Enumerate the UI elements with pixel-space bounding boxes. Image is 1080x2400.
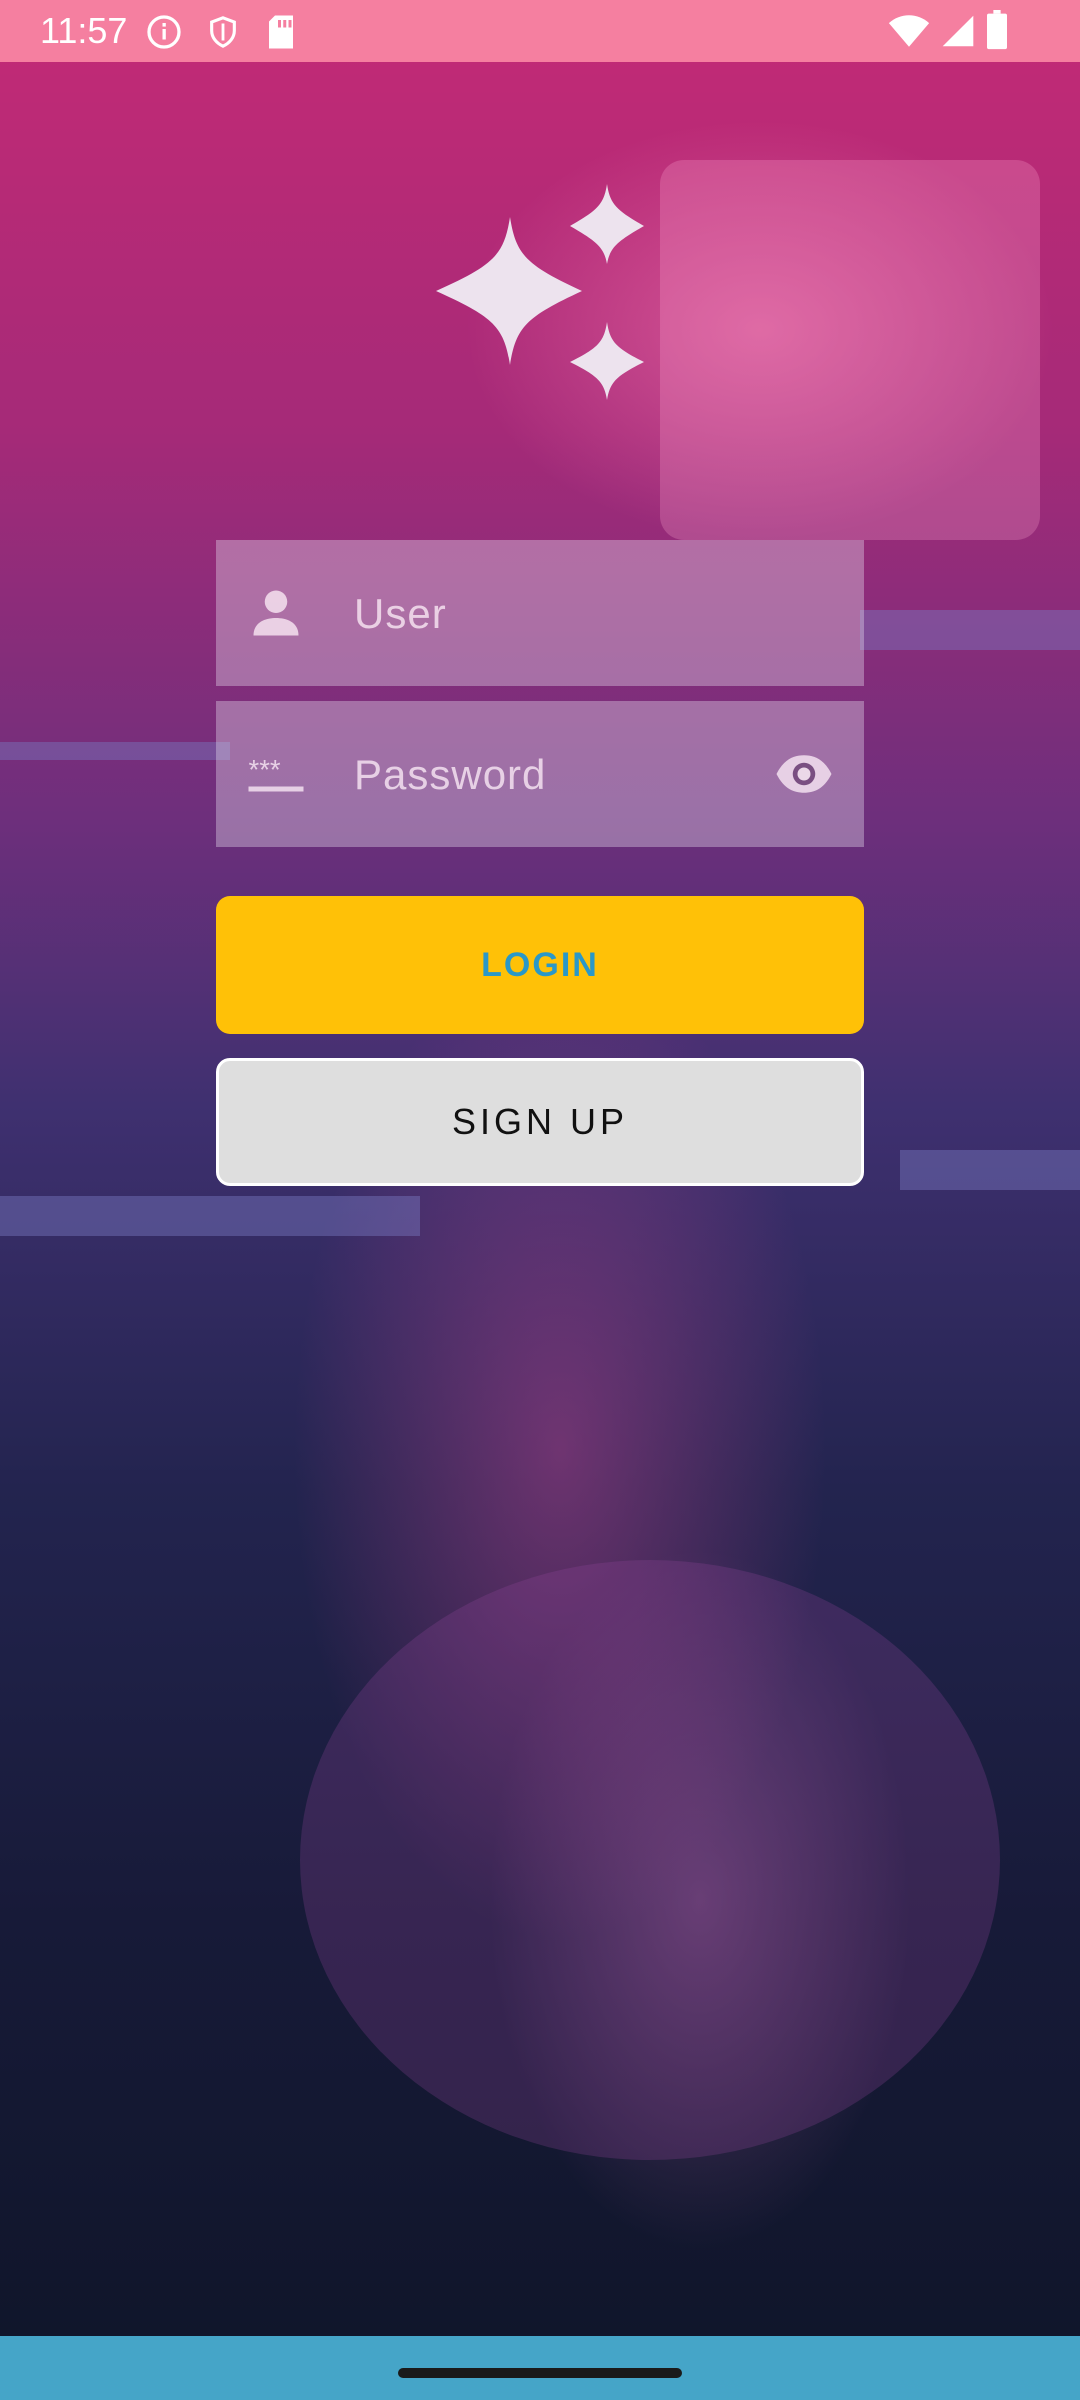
background-shelf bbox=[860, 610, 1080, 650]
shield-icon bbox=[206, 14, 240, 55]
signup-button[interactable]: SIGN UP bbox=[216, 1058, 864, 1186]
background-figure bbox=[660, 160, 1040, 540]
sd-card-icon bbox=[266, 14, 296, 55]
password-input[interactable] bbox=[352, 701, 776, 849]
svg-text:***: *** bbox=[249, 754, 281, 785]
gesture-handle[interactable] bbox=[398, 2368, 682, 2378]
sparkle-stars-icon bbox=[430, 180, 650, 410]
person-icon bbox=[246, 583, 306, 643]
password-dots-icon: *** bbox=[246, 744, 306, 804]
background-shelf bbox=[0, 1196, 420, 1236]
password-field: *** bbox=[216, 701, 864, 849]
login-button-label: LOGIN bbox=[481, 945, 599, 984]
cellular-signal-icon bbox=[940, 14, 976, 53]
user-input[interactable] bbox=[352, 540, 776, 688]
background-figure bbox=[300, 1560, 1000, 2160]
status-bar: 11:57 bbox=[0, 0, 1080, 62]
status-time: 11:57 bbox=[40, 10, 128, 51]
navigation-bar bbox=[0, 2336, 1080, 2400]
user-field bbox=[216, 540, 864, 688]
background-shelf bbox=[0, 742, 230, 760]
background-shelf bbox=[900, 1150, 1080, 1190]
wifi-icon bbox=[888, 12, 930, 55]
login-button[interactable]: LOGIN bbox=[216, 896, 864, 1034]
battery-icon bbox=[986, 10, 1008, 55]
signup-button-label: SIGN UP bbox=[451, 1101, 629, 1142]
eye-icon[interactable] bbox=[772, 744, 836, 804]
login-screen: 11:57 User *** LOGIN SIGN UP bbox=[0, 0, 1080, 2400]
info-icon bbox=[146, 14, 182, 55]
